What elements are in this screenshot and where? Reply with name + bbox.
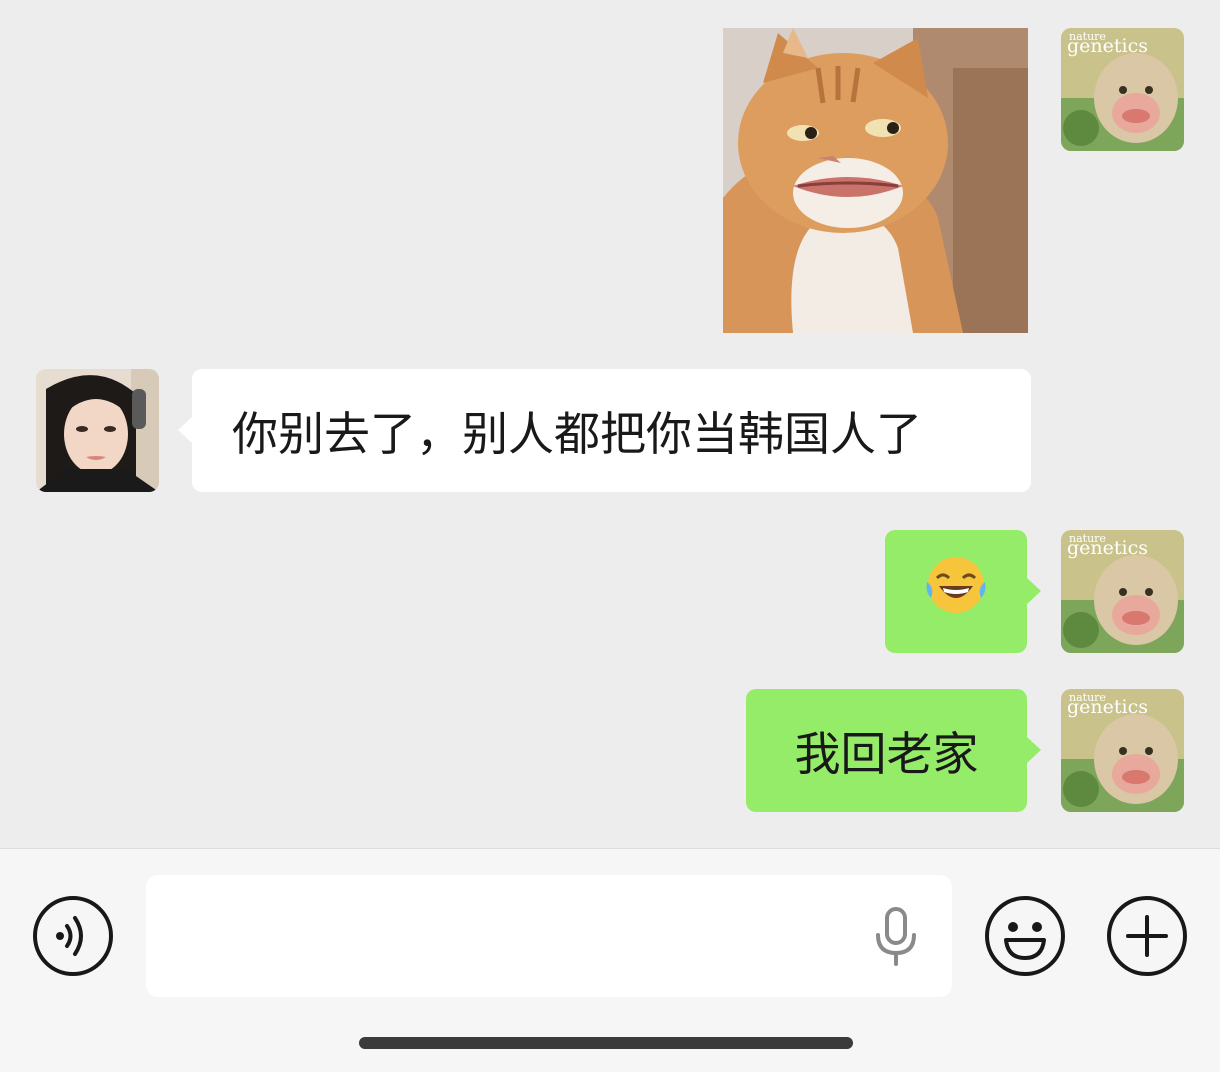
tears-of-joy-emoji bbox=[925, 554, 987, 630]
input-bar bbox=[0, 848, 1220, 1072]
svg-text:genetics: genetics bbox=[1067, 696, 1148, 718]
sent-emoji-bubble[interactable] bbox=[885, 530, 1041, 653]
message-input[interactable] bbox=[146, 875, 952, 997]
emoji-icon bbox=[985, 896, 1065, 976]
bubble-tail bbox=[1027, 578, 1041, 604]
my-avatar[interactable]: nature genetics bbox=[1061, 530, 1184, 653]
more-actions-button[interactable] bbox=[1106, 895, 1188, 977]
chat-message-list: nature genetics 你别去了，别人都把你当韩国人了 nature g… bbox=[0, 0, 1220, 848]
svg-text:genetics: genetics bbox=[1067, 537, 1148, 559]
sent-message-bubble[interactable]: 我回老家 bbox=[746, 689, 1041, 812]
cat-meme-sticker[interactable] bbox=[723, 28, 1028, 333]
home-indicator[interactable] bbox=[359, 1037, 853, 1049]
bubble-tail bbox=[1027, 737, 1041, 763]
voice-input-button[interactable] bbox=[870, 907, 922, 967]
message-text: 你别去了，别人都把你当韩国人了 bbox=[232, 406, 922, 461]
voice-mode-button[interactable] bbox=[32, 895, 114, 977]
voice-mode-icon bbox=[33, 896, 113, 976]
my-avatar[interactable]: nature genetics bbox=[1061, 28, 1184, 151]
emoji-button[interactable] bbox=[984, 895, 1066, 977]
microphone-icon bbox=[876, 907, 916, 966]
message-text: 我回老家 bbox=[794, 726, 979, 781]
svg-text:genetics: genetics bbox=[1067, 35, 1148, 57]
contact-avatar[interactable] bbox=[36, 369, 159, 492]
my-avatar[interactable]: nature genetics bbox=[1061, 689, 1184, 812]
received-message-bubble[interactable]: 你别去了，别人都把你当韩国人了 bbox=[178, 369, 1031, 492]
bubble-tail bbox=[178, 417, 192, 443]
plus-icon bbox=[1107, 896, 1187, 976]
